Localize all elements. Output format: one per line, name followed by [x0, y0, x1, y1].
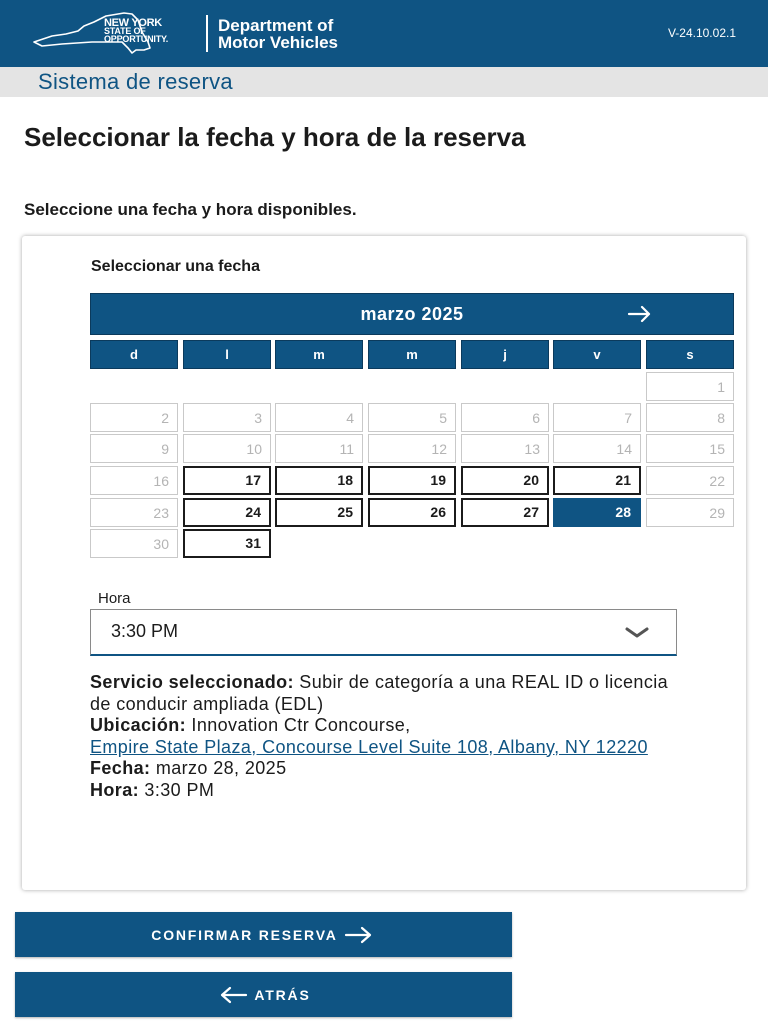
calendar-day: 23: [90, 498, 178, 527]
calendar-day[interactable]: 20: [461, 466, 549, 495]
location-value: Innovation Ctr Concourse,: [191, 715, 411, 735]
calendar-day: 30: [90, 529, 178, 558]
calendar-label: Seleccionar una fecha: [91, 258, 260, 275]
calendar-day[interactable]: 17: [183, 466, 271, 495]
calendar-day: 5: [368, 403, 456, 432]
calendar-day: 11: [275, 434, 363, 463]
calendar-day[interactable]: 25: [275, 498, 363, 527]
calendar-day: 3: [183, 403, 271, 432]
confirm-label: CONFIRMAR RESERVA: [151, 926, 338, 943]
weekday-header: s: [646, 340, 734, 369]
calendar-day[interactable]: 21: [553, 466, 641, 495]
time-label: Hora: [98, 590, 131, 607]
arrow-right-icon: [344, 926, 371, 943]
back-label: ATRÁS: [254, 986, 311, 1003]
calendar-day: 15: [646, 434, 734, 463]
reservation-card: Seleccionar una fecha marzo 2025 dlmmjvs…: [22, 236, 746, 890]
calendar-day[interactable]: 24: [183, 498, 271, 527]
calendar-day[interactable]: 18: [275, 466, 363, 495]
dept-line2: Motor Vehicles: [218, 33, 338, 52]
weekday-header: m: [275, 340, 363, 369]
summary-time-label: Hora:: [90, 779, 140, 800]
page-subtitle: Seleccione una fecha y hora disponibles.: [24, 200, 357, 219]
calendar-day: 4: [275, 403, 363, 432]
calendar-day: 29: [646, 498, 734, 527]
calendar-day[interactable]: 26: [368, 498, 456, 527]
month-header: marzo 2025: [90, 293, 734, 335]
time-select[interactable]: 3:30 PM: [90, 609, 677, 656]
weekday-header: m: [368, 340, 456, 369]
reservation-summary: Servicio seleccionado: Subir de categorí…: [90, 672, 680, 801]
calendar-day: 14: [553, 434, 641, 463]
calendar-day[interactable]: 31: [183, 529, 271, 558]
calendar-day: 16: [90, 466, 178, 495]
weekday-header: d: [90, 340, 178, 369]
chevron-down-icon: [625, 627, 649, 638]
subheader-title: Sistema de reserva: [38, 69, 233, 94]
logo-divider: [206, 15, 208, 52]
calendar-day: 7: [553, 403, 641, 432]
back-button[interactable]: ATRÁS: [15, 972, 512, 1017]
calendar-day: 12: [368, 434, 456, 463]
calendar-day: 1: [646, 372, 734, 401]
arrow-right-icon[interactable]: [627, 304, 653, 324]
calendar-day: 10: [183, 434, 271, 463]
confirm-reservation-button[interactable]: CONFIRMAR RESERVA: [15, 912, 512, 957]
logo-text: NEW YORK STATE OF OPPORTUNITY.: [104, 18, 169, 44]
arrow-left-icon: [221, 986, 248, 1003]
calendar-day[interactable]: 19: [368, 466, 456, 495]
calendar-day: 9: [90, 434, 178, 463]
dept-line1: Department of: [218, 16, 334, 35]
location-address-link[interactable]: Empire State Plaza, Concourse Level Suit…: [90, 737, 648, 757]
calendar-day: 13: [461, 434, 549, 463]
time-select-value: 3:30 PM: [111, 621, 179, 641]
date-label: Fecha:: [90, 758, 151, 778]
calendar-day: 8: [646, 403, 734, 432]
page-title: Seleccionar la fecha y hora de la reserv…: [24, 122, 526, 152]
calendar-day: 22: [646, 466, 734, 495]
weekday-header: v: [553, 340, 641, 369]
service-label: Servicio seleccionado:: [90, 672, 294, 692]
calendar-day-selected[interactable]: 28: [553, 498, 641, 527]
calendar-day: 2: [90, 403, 178, 432]
weekday-header: j: [461, 340, 549, 369]
calendar-day[interactable]: 27: [461, 498, 549, 527]
logo-line3: OPPORTUNITY.: [104, 34, 169, 44]
version-label: V-24.10.02.1: [667, 26, 736, 40]
subheader: Sistema de reserva: [0, 67, 768, 97]
date-value: marzo 28, 2025: [155, 758, 287, 778]
summary-time-value: 3:30 PM: [144, 779, 215, 800]
department-name: Department of Motor Vehicles: [218, 17, 338, 51]
location-label: Ubicación:: [90, 715, 187, 735]
calendar-day: 6: [461, 403, 549, 432]
weekday-header: l: [183, 340, 271, 369]
app-header: NEW YORK STATE OF OPPORTUNITY. Departmen…: [0, 0, 768, 67]
